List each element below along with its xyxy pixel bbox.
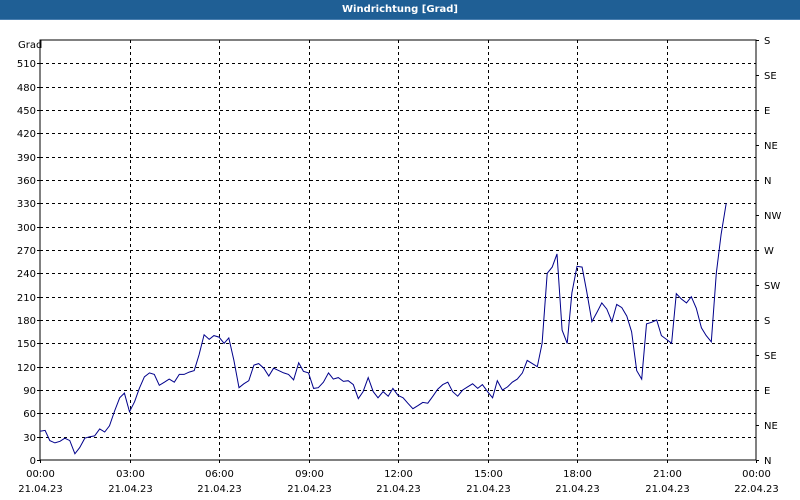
y2-tick-label: S [764, 36, 770, 47]
y-tick-label: 150 [17, 339, 36, 350]
x-tick-date-label: 21.04.23 [287, 484, 332, 495]
x-tick-time-label: 00:00 [26, 469, 55, 480]
y2-tick-label: NW [764, 211, 781, 222]
y-tick-label: 90 [23, 386, 36, 397]
y-axis-label: Grad [18, 40, 42, 51]
x-tick-time-label: 06:00 [205, 469, 234, 480]
y-tick-label: 510 [17, 59, 36, 70]
x-tick-date-label: 21.04.23 [108, 484, 153, 495]
y-tick-label: 120 [17, 363, 36, 374]
y2-tick-label: SE [764, 71, 777, 82]
x-axis: 00:00 21.04.23 03:00 21.04.23 06:00 21.04.23 0… [18, 460, 779, 495]
y2-tick-label: SW [764, 281, 780, 292]
x-tick-time-label: 18:00 [563, 469, 592, 480]
y-axis-right: N NE E SE S SW W NW N NE E SE S [756, 36, 781, 467]
y2-tick-label: SE [764, 351, 777, 362]
x-tick-date-label: 21.04.23 [18, 484, 63, 495]
y2-tick-label: N [764, 456, 771, 467]
x-tick-time-label: 12:00 [384, 469, 413, 480]
y-tick-label: 330 [17, 199, 36, 210]
series-line [39, 203, 727, 455]
x-tick-date-label: 21.04.23 [645, 484, 690, 495]
y-tick-label: 60 [23, 409, 36, 420]
y-axis-left: 0 30 60 90 120 150 180 210 240 270 300 330 360 390 420… [17, 59, 40, 467]
y2-tick-label: N [764, 176, 771, 187]
y2-tick-label: E [764, 386, 770, 397]
x-tick-date-label: 22.04.23 [734, 484, 779, 495]
chart-window: Windrichtung [Grad] 0 30 60 90 120 150 180 210 2… [0, 0, 800, 500]
y-tick-label: 300 [17, 223, 36, 234]
y-tick-label: 480 [17, 83, 36, 94]
x-tick-time-label: 15:00 [474, 469, 503, 480]
grid-lines [40, 40, 756, 460]
x-tick-date-label: 21.04.23 [376, 484, 421, 495]
wind-direction-chart: 0 30 60 90 120 150 180 210 240 270 300 330 360 390 420… [17, 36, 782, 495]
y-tick-label: 0 [30, 456, 36, 467]
x-tick-time-label: 00:00 [742, 469, 771, 480]
y-tick-label: 420 [17, 129, 36, 140]
x-tick-time-label: 21:00 [653, 469, 682, 480]
y2-tick-label: W [764, 246, 774, 257]
y2-tick-label: NE [764, 421, 778, 432]
y-tick-label: 240 [17, 269, 36, 280]
y2-tick-label: S [764, 316, 770, 327]
y-tick-label: 210 [17, 293, 36, 304]
y2-tick-label: E [764, 106, 770, 117]
y-tick-label: 390 [17, 153, 36, 164]
y-tick-label: 360 [17, 176, 36, 187]
x-tick-time-label: 03:00 [116, 469, 145, 480]
x-tick-date-label: 21.04.23 [466, 484, 511, 495]
y2-tick-label: NE [764, 141, 778, 152]
y-tick-label: 180 [17, 316, 36, 327]
y-tick-label: 30 [23, 433, 36, 444]
y-tick-label: 270 [17, 246, 36, 257]
x-tick-date-label: 21.04.23 [555, 484, 600, 495]
x-tick-time-label: 09:00 [295, 469, 324, 480]
y-tick-label: 450 [17, 106, 36, 117]
x-tick-date-label: 21.04.23 [197, 484, 242, 495]
